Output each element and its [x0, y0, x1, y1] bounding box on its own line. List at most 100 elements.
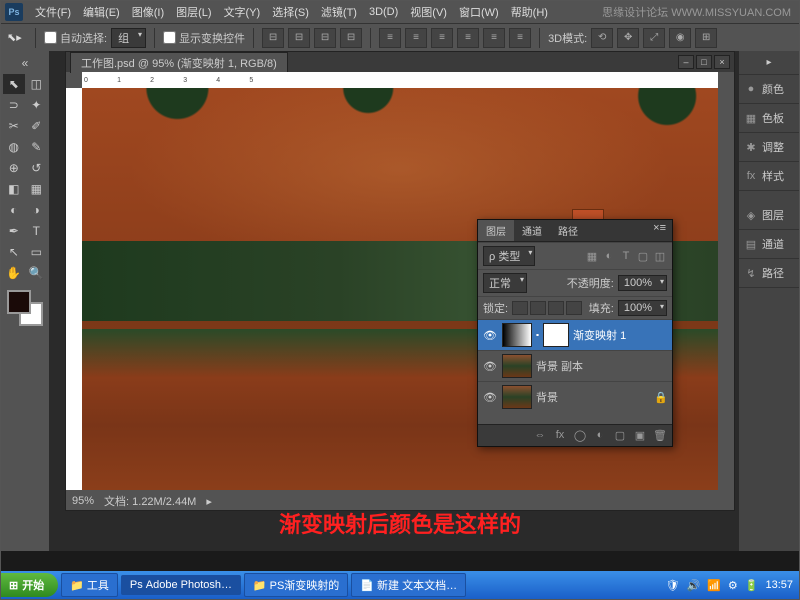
- menu-image[interactable]: 图像(I): [126, 4, 170, 20]
- layer-name[interactable]: 渐变映射 1: [573, 327, 626, 343]
- dock-color[interactable]: ●颜色: [739, 75, 799, 104]
- tray-icon[interactable]: 🔋: [743, 579, 761, 592]
- layer-thumb[interactable]: [502, 354, 532, 378]
- dock-layers[interactable]: ◈图层: [739, 201, 799, 230]
- autoselect-checkbox[interactable]: 自动选择:: [44, 30, 107, 46]
- ruler-vertical[interactable]: [66, 88, 82, 490]
- tab-paths[interactable]: 路径: [550, 220, 586, 241]
- fill-input[interactable]: 100%: [618, 300, 667, 316]
- layer-thumb[interactable]: [502, 323, 532, 347]
- visibility-icon[interactable]: 👁: [482, 329, 498, 342]
- tray-icon[interactable]: 🔊: [684, 579, 702, 592]
- minimize-icon[interactable]: –: [678, 55, 694, 69]
- foreground-color[interactable]: [7, 290, 31, 314]
- link-layers-icon[interactable]: ⇔: [532, 429, 548, 442]
- start-button[interactable]: ⊞开始: [1, 573, 58, 597]
- marquee-tool[interactable]: ◫: [26, 74, 48, 94]
- layer-name[interactable]: 背景: [536, 389, 558, 405]
- align-icon[interactable]: ⊟: [314, 28, 336, 48]
- system-tray[interactable]: 🛡 🔊 📶 ⚙ 🔋 13:57: [660, 579, 799, 592]
- dock-swatches[interactable]: ▦色板: [739, 104, 799, 133]
- dodge-tool[interactable]: ◑: [26, 200, 48, 220]
- filter-adjust-icon[interactable]: ◐: [602, 250, 616, 263]
- distribute-icon[interactable]: ≡: [379, 28, 401, 48]
- distribute-icon[interactable]: ≡: [405, 28, 427, 48]
- expand-icon[interactable]: ▸: [739, 51, 799, 75]
- move-tool[interactable]: ⬉: [3, 74, 25, 94]
- brush-tool[interactable]: ✎: [26, 137, 48, 157]
- 3d-icon[interactable]: ⟲: [591, 28, 613, 48]
- delete-icon[interactable]: 🗑: [652, 429, 668, 442]
- lock-transparent-icon[interactable]: [512, 301, 528, 315]
- layer-item[interactable]: 👁 背景 副本: [478, 350, 672, 381]
- stamp-tool[interactable]: ⊕: [3, 158, 25, 178]
- 3d-icon[interactable]: ◉: [669, 28, 691, 48]
- zoom-value[interactable]: 95%: [72, 495, 94, 507]
- blur-tool[interactable]: ◐: [3, 200, 25, 220]
- menu-layer[interactable]: 图层(L): [170, 4, 217, 20]
- color-swatch[interactable]: [7, 290, 43, 326]
- chevron-right-icon[interactable]: ▸: [206, 495, 212, 508]
- new-layer-icon[interactable]: ▣: [632, 429, 648, 442]
- 3d-icon[interactable]: ⊞: [695, 28, 717, 48]
- layer-thumb[interactable]: [502, 385, 532, 409]
- layer-mask-thumb[interactable]: [543, 323, 569, 347]
- dock-styles[interactable]: fx样式: [739, 162, 799, 191]
- align-icon[interactable]: ⊟: [340, 28, 362, 48]
- text-tool[interactable]: T: [26, 221, 48, 241]
- taskbar-item[interactable]: 📁PS渐变映射的: [244, 573, 348, 597]
- filter-pixel-icon[interactable]: ▦: [585, 250, 599, 263]
- distribute-icon[interactable]: ≡: [457, 28, 479, 48]
- menu-view[interactable]: 视图(V): [404, 4, 453, 20]
- layer-name[interactable]: 背景 副本: [536, 358, 583, 374]
- adjustment-icon[interactable]: ◐: [592, 429, 608, 442]
- align-icon[interactable]: ⊟: [288, 28, 310, 48]
- tab-layers[interactable]: 图层: [478, 220, 514, 241]
- blend-mode-dropdown[interactable]: 正常: [483, 273, 527, 293]
- visibility-icon[interactable]: 👁: [482, 391, 498, 404]
- align-icon[interactable]: ⊟: [262, 28, 284, 48]
- panel-menu-icon[interactable]: ×≡: [647, 220, 672, 241]
- distribute-icon[interactable]: ≡: [431, 28, 453, 48]
- document-tab[interactable]: 工作图.psd @ 95% (渐变映射 1, RGB/8): [70, 52, 288, 73]
- eyedropper-tool[interactable]: ✐: [26, 116, 48, 136]
- visibility-icon[interactable]: 👁: [482, 360, 498, 373]
- lasso-tool[interactable]: ⊃: [3, 95, 25, 115]
- hand-tool[interactable]: ✋: [3, 263, 25, 283]
- opacity-input[interactable]: 100%: [618, 275, 667, 291]
- layer-item[interactable]: 👁 ⬝ 渐变映射 1: [478, 319, 672, 350]
- crop-tool[interactable]: ✂: [3, 116, 25, 136]
- taskbar-item[interactable]: 📄新建 文本文档…: [351, 573, 466, 597]
- eraser-tool[interactable]: ◧: [3, 179, 25, 199]
- 3d-icon[interactable]: ⤢: [643, 28, 665, 48]
- menu-file[interactable]: 文件(F): [29, 4, 77, 20]
- menu-help[interactable]: 帮助(H): [505, 4, 554, 20]
- filter-shape-icon[interactable]: ▢: [636, 250, 650, 263]
- distribute-icon[interactable]: ≡: [483, 28, 505, 48]
- tray-icon[interactable]: 🛡: [664, 579, 682, 592]
- group-icon[interactable]: ▢: [612, 429, 628, 442]
- dock-adjustments[interactable]: ✱调整: [739, 133, 799, 162]
- close-icon[interactable]: ×: [714, 55, 730, 69]
- fx-icon[interactable]: fx: [552, 429, 568, 442]
- ruler-horizontal[interactable]: 0 1 2 3 4 5: [82, 72, 718, 88]
- taskbar-item[interactable]: 📁工具: [61, 573, 118, 597]
- heal-tool[interactable]: ◍: [3, 137, 25, 157]
- autoselect-dropdown[interactable]: 组: [111, 28, 146, 48]
- 3d-icon[interactable]: ✥: [617, 28, 639, 48]
- menu-window[interactable]: 窗口(W): [453, 4, 505, 20]
- filter-smart-icon[interactable]: ◫: [653, 250, 667, 263]
- lock-position-icon[interactable]: [548, 301, 564, 315]
- zoom-tool[interactable]: 🔍: [26, 263, 48, 283]
- gradient-tool[interactable]: ▦: [26, 179, 48, 199]
- filter-dropdown[interactable]: ρ 类型: [483, 246, 535, 266]
- layer-item[interactable]: 👁 背景 🔒: [478, 381, 672, 412]
- move-tool-icon[interactable]: ⬉▸: [7, 31, 27, 44]
- menu-filter[interactable]: 滤镜(T): [315, 4, 363, 20]
- tab-channels[interactable]: 通道: [514, 220, 550, 241]
- menu-edit[interactable]: 编辑(E): [77, 4, 126, 20]
- pen-tool[interactable]: ✒: [3, 221, 25, 241]
- dock-paths[interactable]: ↯路径: [739, 259, 799, 288]
- lock-all-icon[interactable]: [566, 301, 582, 315]
- lock-pixels-icon[interactable]: [530, 301, 546, 315]
